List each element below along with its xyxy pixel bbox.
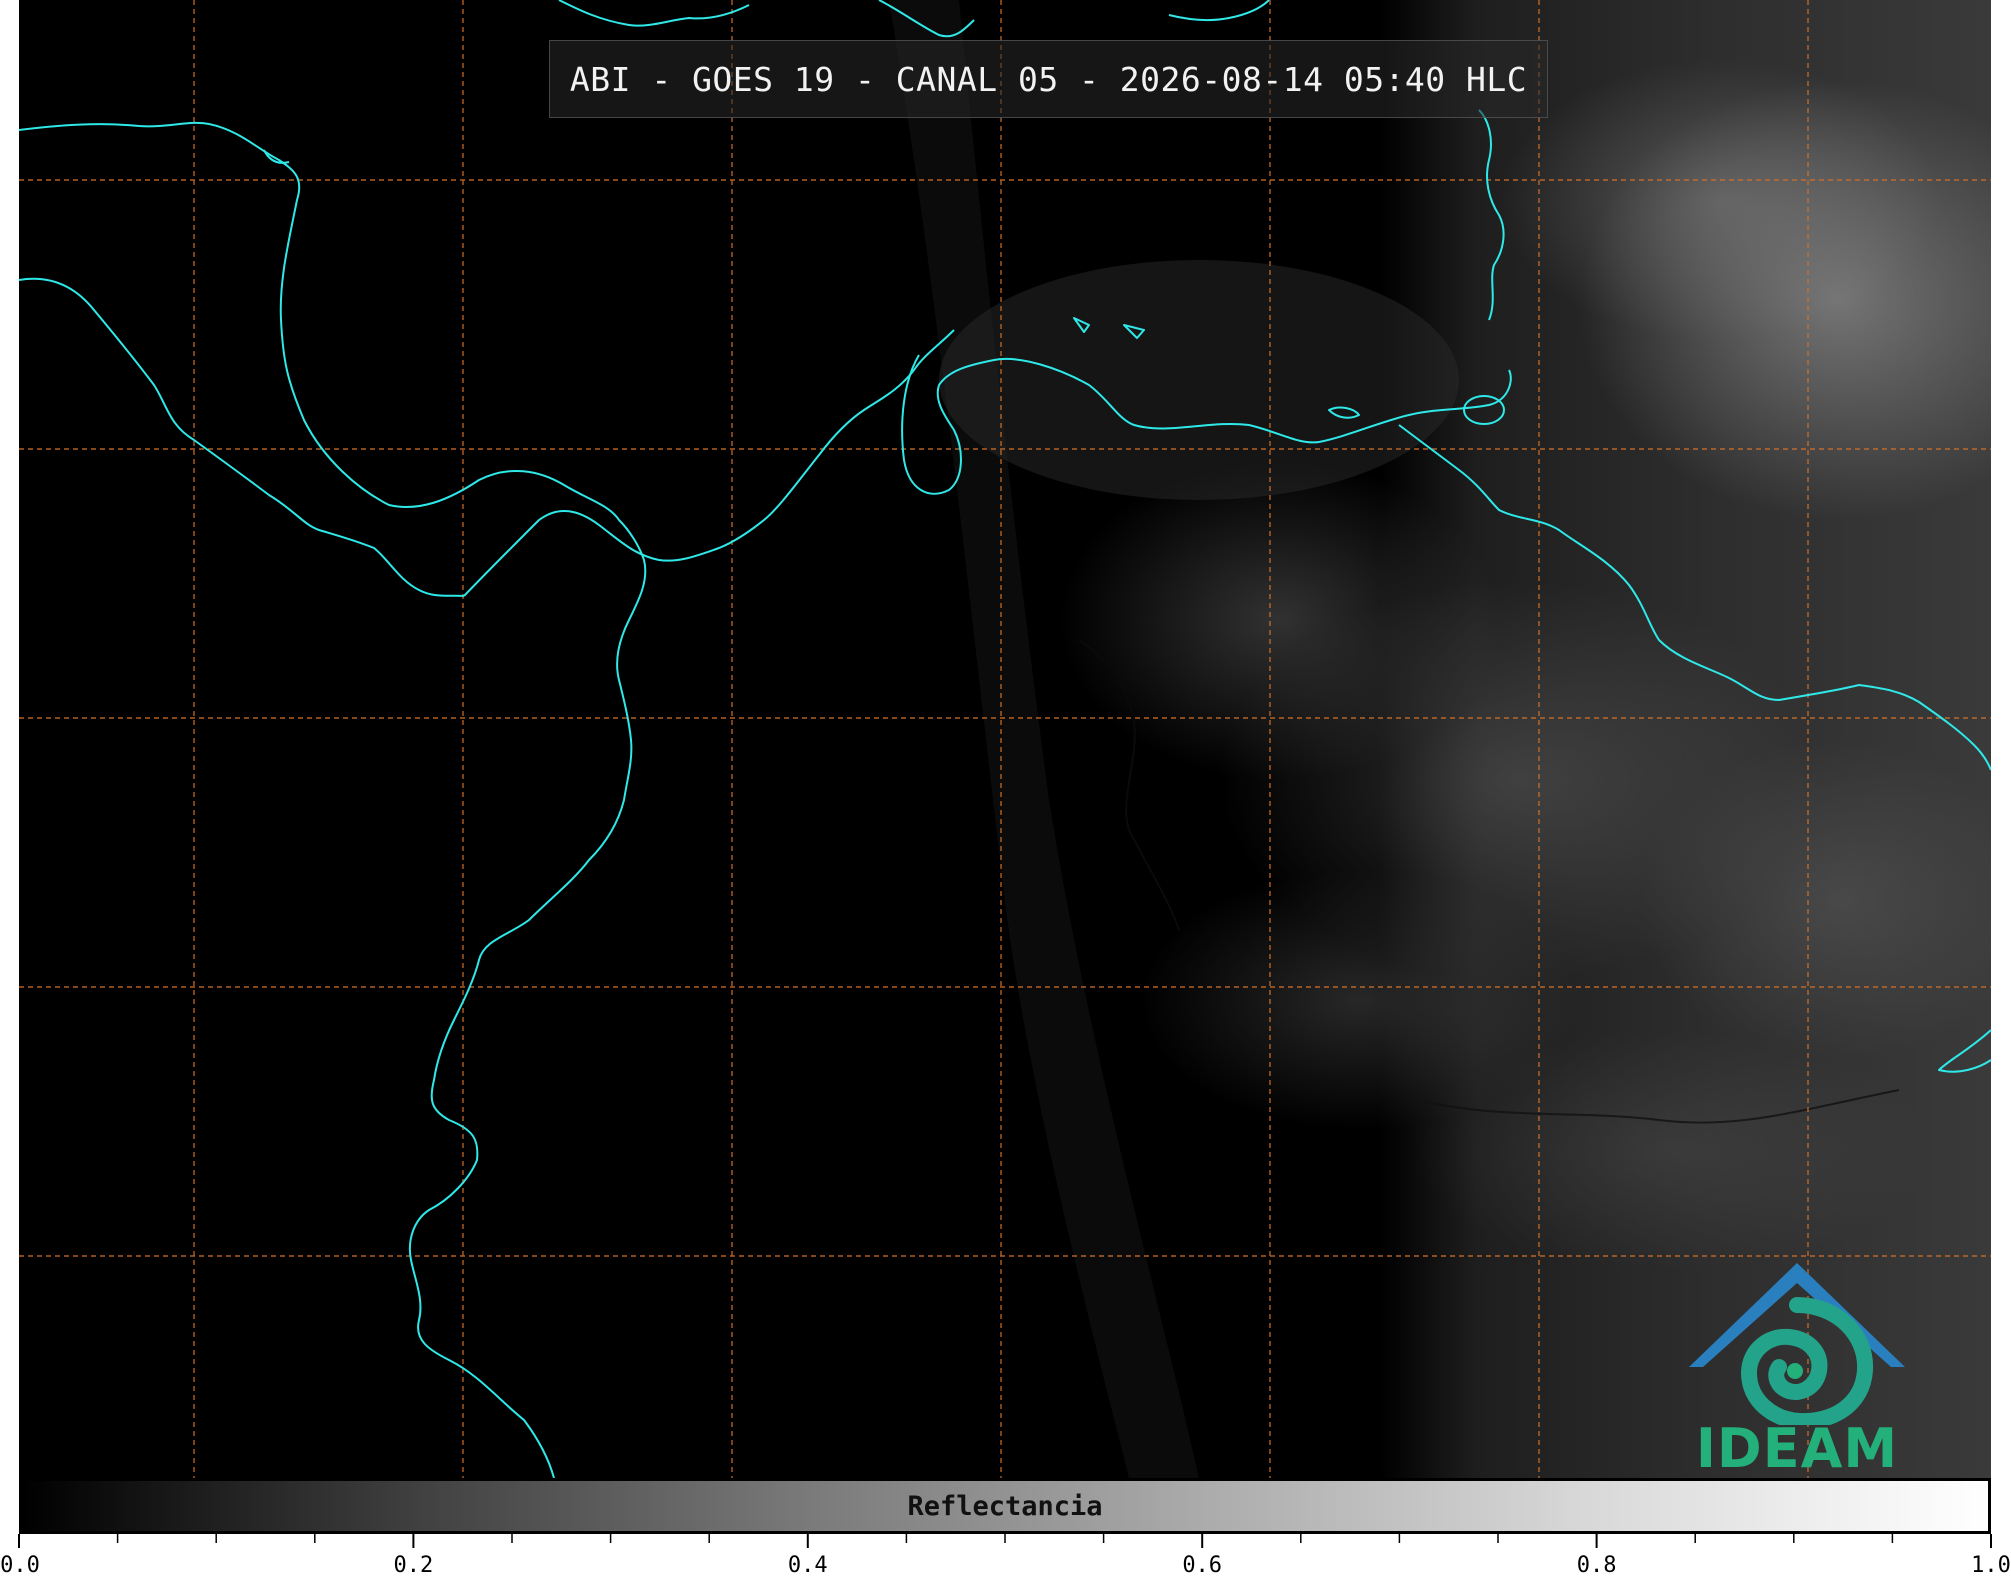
ideam-emblem-icon [1689,1263,1905,1430]
coastline-central-america [19,121,647,1478]
cloud-mass [1059,460,1499,780]
colorbar-label: Reflectancia [907,1491,1103,1522]
colorbar-tick-label: 1.0 [1971,1553,2011,1578]
island-cuba [558,0,750,27]
cloud-mass [1499,60,1939,340]
cloud-mass [939,260,1459,500]
cloud-mass [1409,1030,1929,1270]
logo-mountain-roof [1689,1263,1905,1367]
colorbar-tick-label: 0.0 [0,1553,40,1578]
coastline-panama [463,329,955,597]
colorbar-tick-label: 0.2 [393,1553,434,1578]
island-sanandres [263,149,290,164]
colorbar-tick-label: 0.4 [787,1553,828,1578]
colorbar-tick-label: 0.8 [1576,1553,1617,1578]
satellite-map-panel[interactable]: ABI - GOES 19 - CANAL 05 - 2026-08-14 05… [19,0,1991,1478]
logo-swirl-outer [1740,1297,1874,1430]
logo-wordmark: IDEAM [1695,1417,1899,1478]
logo-swirl-center [1787,1363,1803,1379]
colorbar-tick-label: 0.6 [1182,1553,1223,1578]
coastline-honduras [19,277,465,597]
colorbar: Reflectancia [19,1478,1991,1534]
ideam-logo: IDEAM [1677,1255,1917,1478]
map-title: ABI - GOES 19 - CANAL 05 - 2026-08-14 05… [569,59,1528,99]
title-box: ABI - GOES 19 - CANAL 05 - 2026-08-14 05… [549,40,1548,118]
colorbar-ticks [18,1534,1992,1548]
